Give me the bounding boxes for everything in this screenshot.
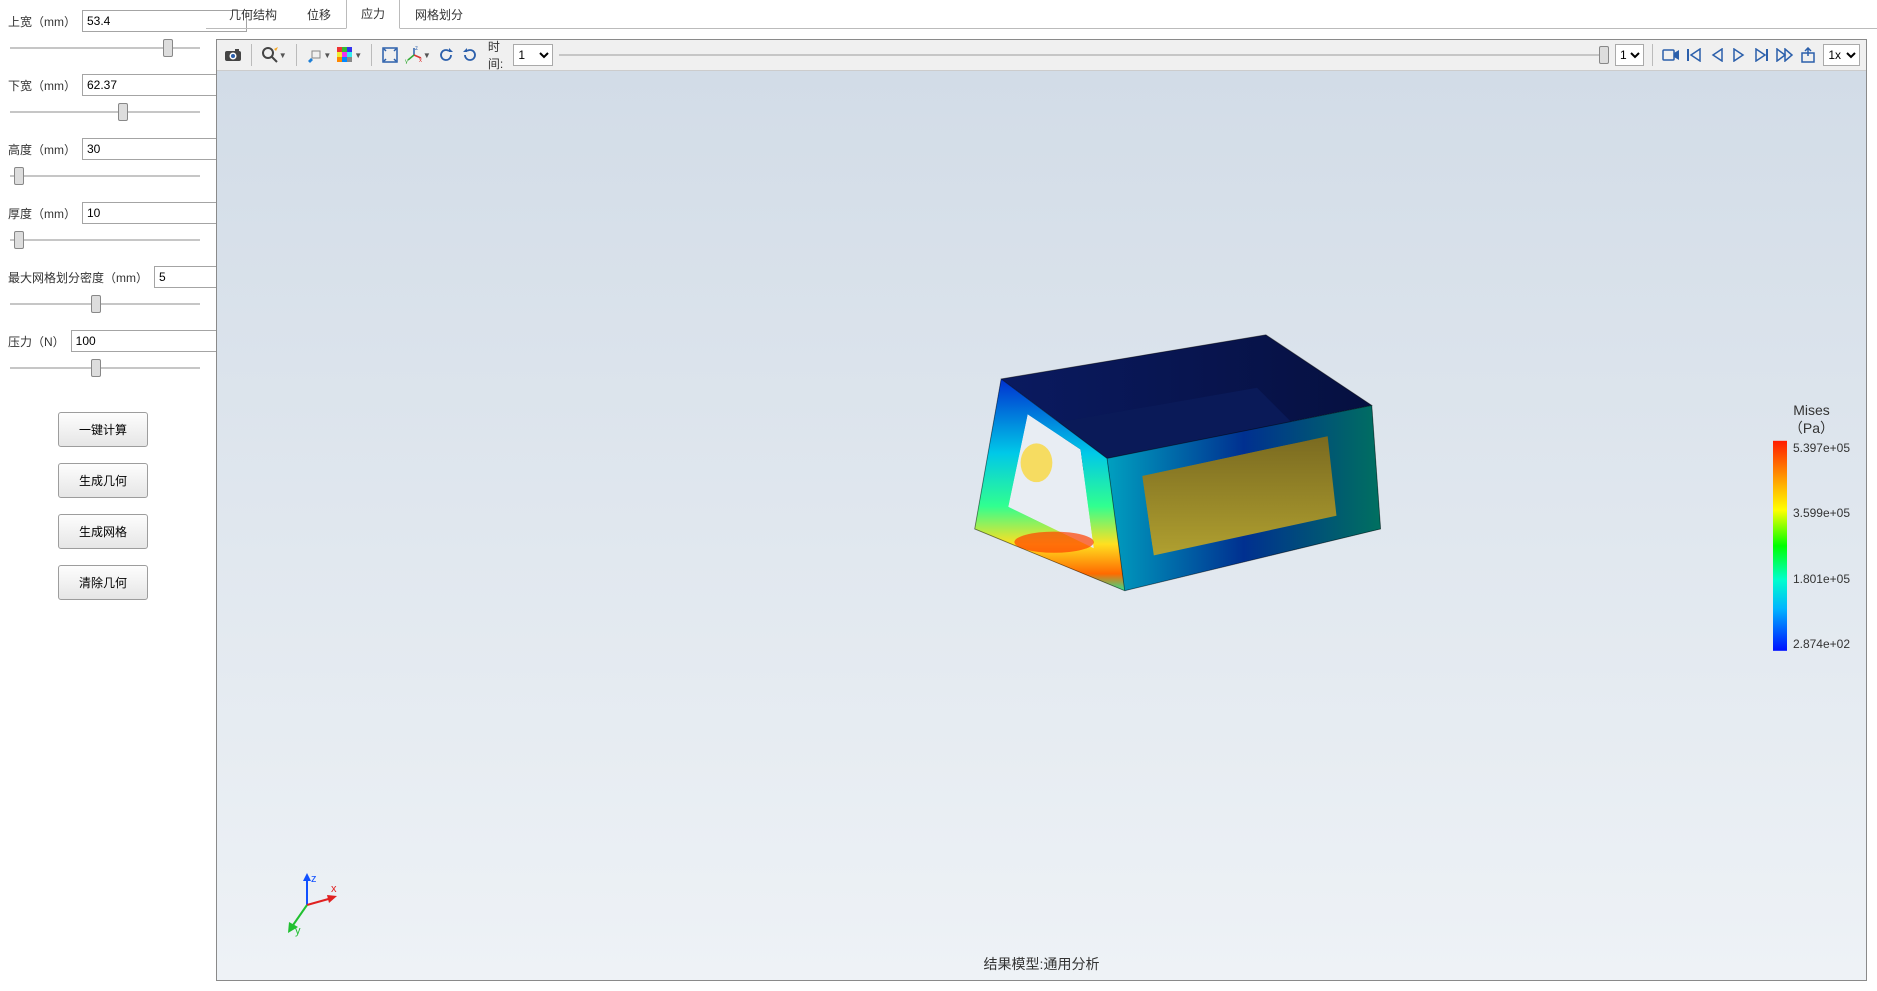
result-model-label: 结果模型:通用分析 (984, 954, 1100, 974)
action-button-2[interactable]: 生成网格 (58, 514, 148, 549)
param-0: 上宽（mm） (8, 10, 198, 52)
coordinate-triad-icon: z x y (277, 870, 347, 940)
app-root: 上宽（mm） 下宽（mm） 高度（mm） 厚度（mm） 最大网格划分密度（mm）… (0, 0, 1877, 991)
separator (1652, 44, 1653, 66)
axes-mode-icon[interactable]: zxy▼ (404, 42, 432, 68)
legend-tick: 1.801e+05 (1793, 571, 1850, 585)
svg-text:z: z (415, 46, 418, 52)
param-label: 厚度（mm） (8, 205, 76, 222)
action-button-3[interactable]: 清除几何 (58, 565, 148, 600)
separator (251, 44, 252, 66)
param-label: 压力（N） (8, 333, 65, 350)
svg-text:y: y (295, 925, 301, 937)
svg-text:x: x (419, 58, 422, 64)
param-slider[interactable] (10, 47, 200, 49)
param-slider[interactable] (10, 367, 200, 369)
speed-select[interactable]: 1x (1823, 44, 1860, 66)
svg-text:y: y (405, 59, 408, 64)
play-icon[interactable] (1730, 42, 1749, 68)
svg-text:z: z (311, 873, 317, 885)
tab-应力[interactable]: 应力 (346, 0, 400, 29)
param-label: 高度（mm） (8, 141, 76, 158)
first-frame-icon[interactable] (1685, 42, 1704, 68)
param-label: 下宽（mm） (8, 77, 76, 94)
frame-select[interactable]: 1 (1615, 44, 1644, 66)
param-slider[interactable] (10, 111, 200, 113)
param-4: 最大网格划分密度（mm） (8, 266, 198, 308)
param-5: 压力（N） (8, 330, 198, 372)
legend-tick: 5.397e+05 (1793, 441, 1850, 455)
camera-icon[interactable] (223, 42, 243, 68)
fit-view-icon[interactable] (380, 42, 400, 68)
time-select[interactable]: 1 (513, 44, 552, 66)
result-tabs: 几何结构位移应力网格划分 (206, 0, 1877, 29)
mises-model-render (910, 326, 1410, 626)
rotate-cw-icon[interactable] (460, 42, 480, 68)
brush-icon[interactable]: ▼ (304, 42, 332, 68)
record-icon[interactable] (1661, 42, 1681, 68)
time-slider[interactable] (559, 54, 1609, 56)
action-button-1[interactable]: 生成几何 (58, 463, 148, 498)
param-label: 最大网格划分密度（mm） (8, 269, 148, 286)
color-legend: Mises（Pa） 5.397e+05 3.599e+05 1.801e+05 2.8… (1773, 400, 1850, 650)
param-slider[interactable] (10, 303, 200, 305)
param-label: 上宽（mm） (8, 13, 76, 30)
tab-位移[interactable]: 位移 (292, 0, 346, 29)
action-button-column: 一键计算生成几何生成网格清除几何 (8, 412, 198, 600)
separator (296, 44, 297, 66)
time-label: 时间: (488, 39, 506, 72)
legend-title: Mises（Pa） (1773, 400, 1850, 436)
zoom-rubberband-icon[interactable]: ▼ (260, 42, 288, 68)
legend-bar (1773, 441, 1787, 651)
result-viewport[interactable]: z x y 结果模型:通用分析 Mises（Pa） 5.397e+05 3.599… (217, 71, 1866, 980)
param-2: 高度（mm） (8, 138, 198, 180)
param-3: 厚度（mm） (8, 202, 198, 244)
param-1: 下宽（mm） (8, 74, 198, 116)
viewer-frame: ▼ ▼ ▼ zxy▼ 时间: 1 1 (216, 39, 1867, 981)
legend-tick: 2.874e+02 (1793, 637, 1850, 651)
param-slider[interactable] (10, 175, 200, 177)
separator (371, 44, 372, 66)
svg-text:x: x (331, 883, 337, 895)
viewer-toolbar: ▼ ▼ ▼ zxy▼ 时间: 1 1 (217, 40, 1866, 71)
tab-几何结构[interactable]: 几何结构 (214, 0, 292, 29)
action-button-0[interactable]: 一键计算 (58, 412, 148, 447)
param-slider[interactable] (10, 239, 200, 241)
next-frame-icon[interactable] (1753, 42, 1772, 68)
color-cube-icon[interactable]: ▼ (336, 42, 363, 68)
main-area: 几何结构位移应力网格划分 ▼ ▼ ▼ zxy▼ 时间: 1 1 (206, 0, 1877, 991)
parameter-sidebar: 上宽（mm） 下宽（mm） 高度（mm） 厚度（mm） 最大网格划分密度（mm）… (0, 0, 206, 991)
rotate-ccw-icon[interactable] (436, 42, 456, 68)
legend-ticks: 5.397e+05 3.599e+05 1.801e+05 2.874e+02 (1793, 441, 1850, 651)
export-icon[interactable] (1799, 42, 1819, 68)
prev-frame-icon[interactable] (1707, 42, 1726, 68)
legend-tick: 3.599e+05 (1793, 506, 1850, 520)
tab-网格划分[interactable]: 网格划分 (400, 0, 478, 29)
last-frame-icon[interactable] (1775, 42, 1795, 68)
